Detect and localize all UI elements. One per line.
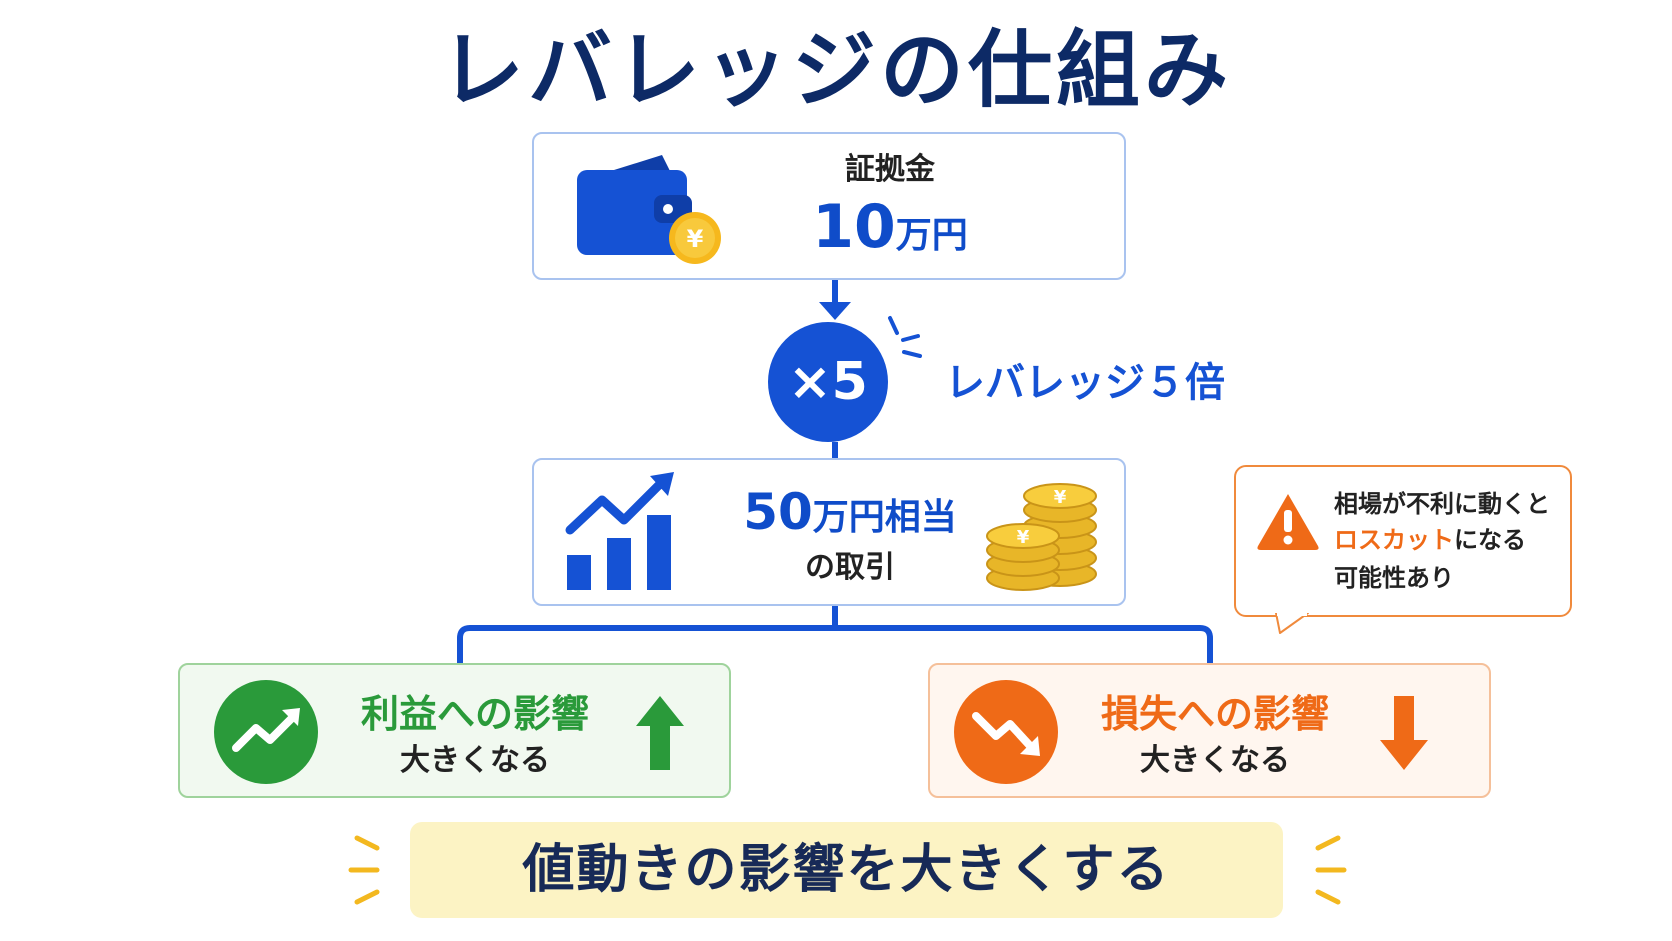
sparkle-left-icon xyxy=(348,835,380,905)
margin-amount-number: 10 xyxy=(812,192,896,262)
position-amount-rest: 万円相当 xyxy=(812,497,957,538)
loss-impact-subtitle: 大きくなる xyxy=(1140,743,1290,778)
warning-line-1: 相場が不利に動くと xyxy=(1334,490,1550,518)
profit-impact-subtitle: 大きくなる xyxy=(400,743,550,778)
svg-text:¥: ¥ xyxy=(687,225,704,253)
margin-label: 証拠金 xyxy=(845,152,935,187)
profit-impact-title: 利益への影響 xyxy=(360,692,589,736)
loss-impact-title: 損失への影響 xyxy=(1100,692,1329,736)
multiplier-badge-label: ×5 xyxy=(788,352,868,412)
margin-amount: 10万円 xyxy=(740,192,1040,262)
svg-text:¥: ¥ xyxy=(1017,527,1030,548)
warning-line-2: ロスカットになる xyxy=(1334,522,1564,558)
position-subtitle: の取引 xyxy=(805,550,895,585)
warning-losscut-highlight: ロスカット xyxy=(1334,526,1454,554)
warning-line-2-rest: になる xyxy=(1454,526,1526,554)
trend-up-circle-icon xyxy=(214,680,318,784)
position-amount-number: 50 xyxy=(743,483,813,541)
trend-down-circle-icon xyxy=(954,680,1058,784)
callout-tail xyxy=(1275,613,1309,634)
arrow-down-icon xyxy=(1380,696,1428,770)
summary-text: 値動きの影響を大きくする xyxy=(522,840,1171,900)
warning-line-3: 可能性あり xyxy=(1334,564,1454,592)
arrow-up-icon xyxy=(636,696,684,770)
position-amount: 50万円相当 xyxy=(700,482,1000,554)
multiplier-badge: ×5 xyxy=(768,322,888,442)
leverage-label: レバレッジ５倍 xyxy=(945,360,1225,406)
svg-text:¥: ¥ xyxy=(1054,487,1067,508)
warning-triangle-icon xyxy=(1257,494,1319,550)
yen-coins-icon: ¥ ¥ xyxy=(986,483,1097,591)
wallet-yen-icon: ¥ xyxy=(577,155,721,264)
margin-amount-unit: 万円 xyxy=(895,215,968,256)
bar-chart-trend-up-icon xyxy=(565,472,674,590)
sparkle-right-icon xyxy=(1315,835,1347,905)
